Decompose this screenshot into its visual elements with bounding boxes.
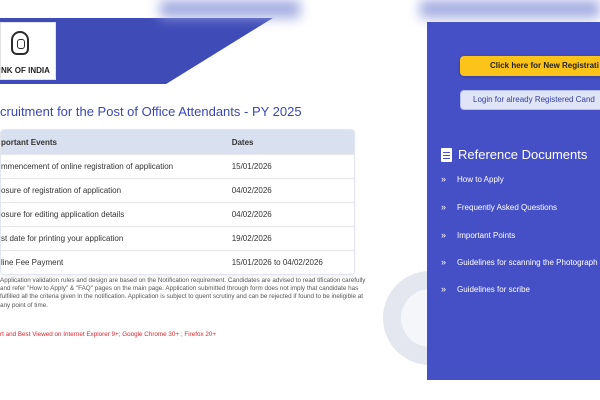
footer-strip xyxy=(427,380,600,400)
event-name: st date for printing your application xyxy=(1,234,124,243)
chevron-right-icon: » xyxy=(441,257,447,267)
chevron-right-icon: » xyxy=(441,284,447,294)
login-registered-button[interactable]: Login for already Registered Cand xyxy=(460,90,600,110)
bank-logo[interactable]: NK OF INDIA xyxy=(0,22,56,80)
header-blur-strip-right xyxy=(420,0,600,18)
link-how-to-apply[interactable]: » How to Apply xyxy=(441,174,504,184)
table-row: st date for printing your application 19… xyxy=(1,226,354,250)
browser-support-note: rt and Best Viewed on Internet Explorer … xyxy=(0,331,217,338)
bank-seal-icon xyxy=(11,31,29,55)
page-title: cruitment for the Post of Office Attenda… xyxy=(0,104,302,119)
event-name: osure for editing application details xyxy=(1,210,125,219)
column-header-dates: Dates xyxy=(231,137,254,147)
link-label: Important Points xyxy=(457,230,516,240)
table-row: line Fee Payment 15/01/2026 to 04/02/202… xyxy=(1,250,354,274)
document-icon xyxy=(441,147,452,162)
event-name: osure of registration of application xyxy=(1,186,122,195)
link-faq[interactable]: » Frequently Asked Questions xyxy=(441,202,557,212)
important-events-table: portant Events Dates mmencement of onlin… xyxy=(0,129,355,275)
table-row: mmencement of online registration of app… xyxy=(1,154,354,178)
link-important-points[interactable]: » Important Points xyxy=(441,230,515,240)
event-name: mmencement of online registration of app… xyxy=(1,162,174,171)
table-header-row: portant Events Dates xyxy=(1,130,354,154)
side-panel: Click here for New Registrati Login for … xyxy=(427,22,600,380)
link-label: Guidelines for scribe xyxy=(457,284,530,294)
link-scribe-guidelines[interactable]: » Guidelines for scribe xyxy=(441,284,530,294)
reference-documents-title: Reference Documents xyxy=(458,147,588,162)
new-registration-button[interactable]: Click here for New Registrati xyxy=(460,56,600,76)
chevron-right-icon: » xyxy=(441,174,447,184)
link-label: Frequently Asked Questions xyxy=(457,202,558,212)
event-name: line Fee Payment xyxy=(1,258,64,267)
column-header-events: portant Events xyxy=(1,137,58,147)
event-date: 04/02/2026 xyxy=(231,186,272,195)
link-label: Guidelines for scanning the Photograph xyxy=(457,257,598,267)
chevron-right-icon: » xyxy=(441,230,447,240)
application-notes: Application validation rules and design … xyxy=(0,277,366,309)
table-row: osure for editing application details 04… xyxy=(1,202,354,226)
link-label: How to Apply xyxy=(457,174,504,184)
reference-documents-header: Reference Documents xyxy=(441,147,587,162)
chevron-right-icon: » xyxy=(441,202,447,212)
event-date: 15/01/2026 to 04/02/2026 xyxy=(231,258,323,267)
event-date: 19/02/2026 xyxy=(231,234,272,243)
table-row: osure of registration of application 04/… xyxy=(1,178,354,202)
link-photo-guidelines[interactable]: » Guidelines for scanning the Photograph xyxy=(441,257,598,267)
header-blur-strip xyxy=(160,0,300,18)
bank-logo-text: NK OF INDIA xyxy=(1,66,50,75)
event-date: 15/01/2026 xyxy=(231,162,272,171)
event-date: 04/02/2026 xyxy=(231,210,272,219)
